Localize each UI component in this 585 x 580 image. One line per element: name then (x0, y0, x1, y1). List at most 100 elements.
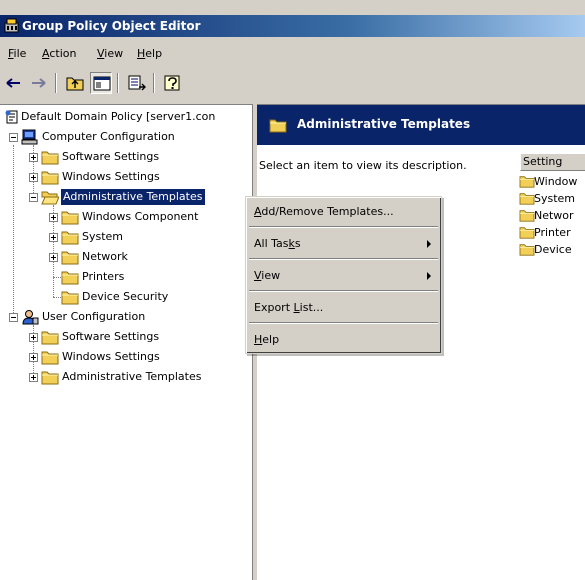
menu-item-text: s (294, 237, 301, 250)
gpo-app-icon (4, 18, 19, 33)
folder-icon (519, 191, 535, 205)
menu-help[interactable]: Help (137, 47, 162, 60)
tree-item-root[interactable]: Default Domain Policy [server1.con (0, 107, 253, 127)
folder-up-icon (66, 77, 84, 91)
list-item-label: Networ (534, 209, 574, 222)
menu-item-text: elp (262, 333, 280, 346)
collapse-icon[interactable] (9, 313, 18, 322)
menu-item-add-remove-templates[interactable]: Add/Remove Templates... (254, 205, 394, 218)
tree-item-user-administrative-templates[interactable]: Administrative Templates (0, 367, 253, 387)
console-tree-icon (93, 76, 111, 91)
menu-item-all-tasks[interactable]: All Tasks (254, 237, 434, 250)
menu-item-help[interactable]: Help (254, 333, 279, 346)
tree-label: System (82, 230, 124, 243)
show-hide-tree-button[interactable] (90, 72, 112, 94)
menu-action[interactable]: Action (42, 47, 76, 60)
expand-icon[interactable] (29, 173, 38, 182)
expand-icon[interactable] (29, 333, 38, 342)
back-arrow-icon (6, 78, 20, 88)
tree-item-computer-configuration[interactable]: Computer Configuration (0, 127, 253, 147)
console-tree[interactable]: Default Domain Policy [server1.con Compu… (0, 104, 253, 580)
menu-item-view[interactable]: View (254, 269, 280, 282)
forward-button[interactable] (28, 72, 50, 94)
tree-label: Network (82, 250, 128, 263)
tree-item-administrative-templates[interactable]: Administrative Templates (0, 187, 253, 207)
menu-item-text: ist... (299, 301, 324, 314)
tree-label-selected: Administrative Templates (61, 189, 205, 205)
menu-bar: File Action View Help (0, 44, 585, 64)
tree-label: Administrative Templates (62, 370, 202, 383)
expand-icon[interactable] (29, 153, 38, 162)
tree-item-windows-components[interactable]: Windows Component (0, 207, 253, 227)
up-one-level-button[interactable] (64, 72, 86, 94)
expand-icon[interactable] (29, 353, 38, 362)
tree-label: Default Domain Policy [server1.con (21, 110, 216, 123)
tree-item-printers[interactable]: Printers (0, 267, 253, 287)
menu-item-text: Export (254, 301, 294, 314)
menu-view[interactable]: View (97, 47, 123, 60)
folder-icon (519, 242, 535, 256)
folder-icon (519, 208, 535, 222)
tree-label: Windows Settings (62, 170, 160, 183)
tree-item-network[interactable]: Network (0, 247, 253, 267)
tree-item-windows-settings[interactable]: Windows Settings (0, 167, 253, 187)
forward-arrow-icon (32, 78, 46, 88)
folder-icon (61, 289, 79, 305)
tree-item-user-software-settings[interactable]: Software Settings (0, 327, 253, 347)
tree-item-software-settings[interactable]: Software Settings (0, 147, 253, 167)
menu-item-export-list[interactable]: Export List... (254, 301, 323, 314)
menu-view-label: iew (104, 47, 124, 60)
help-button[interactable] (162, 72, 184, 94)
expand-icon[interactable] (49, 213, 58, 222)
title-bar[interactable]: Group Policy Object Editor (0, 15, 585, 37)
policy-scroll-icon (3, 109, 19, 125)
folder-icon (61, 229, 79, 245)
tree-item-user-configuration[interactable]: User Configuration (0, 307, 253, 327)
back-button[interactable] (3, 72, 25, 94)
toolbar-separator (55, 73, 57, 93)
menu-separator (249, 226, 438, 228)
tree-label: Printers (82, 270, 125, 283)
menu-separator (249, 290, 438, 292)
column-header-setting[interactable]: Setting (520, 153, 585, 171)
tree-label: Computer Configuration (42, 130, 175, 143)
collapse-icon[interactable] (9, 133, 18, 142)
collapse-icon[interactable] (29, 193, 38, 202)
tree-label: Device Security (82, 290, 169, 303)
window: Group Policy Object Editor File Action V… (0, 0, 585, 580)
menu-separator (249, 322, 438, 324)
expand-icon[interactable] (29, 373, 38, 382)
menu-file-label: ile (13, 47, 27, 60)
help-question-icon (164, 75, 180, 91)
menu-item-text: iew (261, 269, 281, 282)
folder-icon (269, 117, 287, 133)
submenu-arrow-icon (427, 272, 431, 280)
folder-icon (41, 329, 59, 345)
menu-item-text: dd/Remove Templates... (261, 205, 394, 218)
tree-label: Windows Settings (62, 350, 160, 363)
export-list-icon (128, 75, 146, 91)
folder-icon (519, 225, 535, 239)
description-text: Select an item to view its description. (259, 159, 467, 172)
tree-label: User Configuration (42, 310, 146, 323)
user-icon (21, 309, 39, 325)
tree-item-device-security[interactable]: Device Security (0, 287, 253, 307)
folder-icon (41, 369, 59, 385)
folder-icon (61, 249, 79, 265)
folder-icon (61, 209, 79, 225)
list-item-label: System (534, 192, 576, 205)
folder-icon (41, 169, 59, 185)
computer-icon (21, 129, 39, 145)
menu-file[interactable]: File (8, 47, 26, 60)
toolbar (0, 64, 585, 104)
folder-icon (41, 149, 59, 165)
expand-icon[interactable] (49, 253, 58, 262)
export-list-button[interactable] (126, 72, 148, 94)
folder-icon (61, 269, 79, 285)
list-item-label: Window (534, 175, 578, 188)
tree-item-user-windows-settings[interactable]: Windows Settings (0, 347, 253, 367)
expand-icon[interactable] (49, 233, 58, 242)
details-header: Administrative Templates (257, 105, 585, 145)
toolbar-separator (153, 73, 155, 93)
tree-item-system[interactable]: System (0, 227, 253, 247)
